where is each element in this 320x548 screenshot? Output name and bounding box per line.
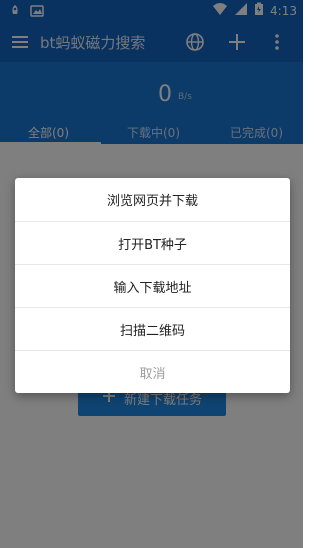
scan-qr-code-option[interactable]: 扫描二维码 — [15, 307, 290, 351]
enter-download-url-option[interactable]: 输入下载地址 — [15, 264, 290, 308]
action-dialog: 浏览网页并下载 打开BT种子 输入下载地址 扫描二维码 取消 — [15, 178, 290, 393]
open-bt-torrent-option[interactable]: 打开BT种子 — [15, 221, 290, 265]
browse-and-download-option[interactable]: 浏览网页并下载 — [15, 178, 290, 221]
cancel-button[interactable]: 取消 — [15, 350, 290, 394]
